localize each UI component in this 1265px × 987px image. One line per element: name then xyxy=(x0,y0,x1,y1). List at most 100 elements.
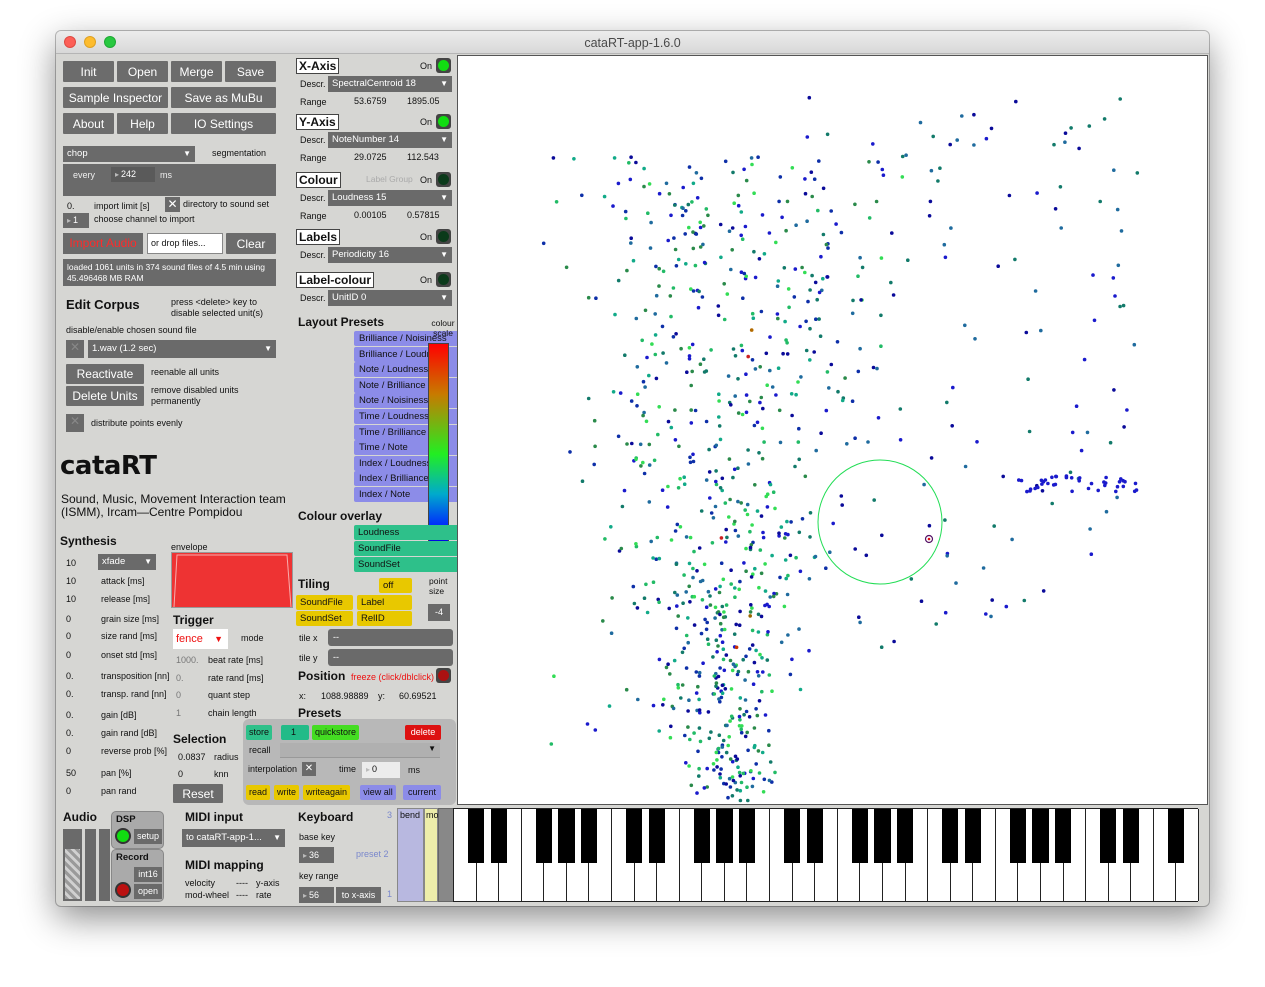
corpus-unit-point[interactable] xyxy=(756,155,760,159)
corpus-unit-point[interactable] xyxy=(680,683,685,687)
corpus-unit-point[interactable] xyxy=(743,734,748,739)
rate-rand-value[interactable]: 0. xyxy=(176,673,184,683)
corpus-unit-point[interactable] xyxy=(750,523,754,527)
corpus-unit-point[interactable] xyxy=(612,156,617,160)
corpus-unit-point[interactable] xyxy=(657,284,661,288)
envelope-editor[interactable] xyxy=(171,552,293,608)
corpus-unit-point[interactable] xyxy=(700,598,705,602)
corpus-unit-point[interactable] xyxy=(927,523,932,528)
corpus-unit-point[interactable] xyxy=(712,674,717,678)
corpus-unit-point[interactable] xyxy=(749,328,754,332)
corpus-unit-point[interactable] xyxy=(719,536,724,540)
corpus-unit-point[interactable] xyxy=(807,95,812,100)
corpus-unit-point[interactable] xyxy=(1064,474,1069,478)
corpus-unit-point[interactable] xyxy=(793,267,798,271)
current-button[interactable]: current xyxy=(403,785,441,800)
corpus-unit-point[interactable] xyxy=(634,316,639,321)
corpus-unit-point[interactable] xyxy=(1114,489,1118,494)
corpus-unit-point[interactable] xyxy=(782,266,787,270)
corpus-unit-point[interactable] xyxy=(1103,481,1108,485)
piano-black-key[interactable] xyxy=(693,809,710,863)
corpus-unit-point[interactable] xyxy=(891,293,896,297)
read-button[interactable]: read xyxy=(246,785,271,800)
corpus-unit-point[interactable] xyxy=(785,199,790,204)
corpus-unit-point[interactable] xyxy=(812,177,817,181)
quickstore-button[interactable]: quickstore xyxy=(312,725,360,740)
corpus-unit-point[interactable] xyxy=(704,627,709,632)
corpus-unit-point[interactable] xyxy=(702,357,706,362)
corpus-unit-point[interactable] xyxy=(714,681,719,685)
corpus-unit-point[interactable] xyxy=(1041,589,1046,593)
corpus-unit-point[interactable] xyxy=(826,246,830,250)
corpus-unit-point[interactable] xyxy=(666,662,670,666)
layout-preset-button[interactable]: Index / Loudness xyxy=(354,455,467,471)
corpus-unit-point[interactable] xyxy=(673,529,678,533)
corpus-unit-point[interactable] xyxy=(724,782,728,786)
corpus-unit-point[interactable] xyxy=(669,314,673,319)
corpus-unit-point[interactable] xyxy=(777,408,782,413)
corpus-unit-point[interactable] xyxy=(817,317,821,321)
corpus-unit-point[interactable] xyxy=(641,460,645,465)
synth-param-value[interactable]: 0. xyxy=(66,689,74,699)
corpus-unit-point[interactable] xyxy=(610,596,614,600)
corpus-unit-point[interactable] xyxy=(686,709,690,713)
corpus-unit-point[interactable] xyxy=(996,264,1000,268)
corpus-unit-point[interactable] xyxy=(686,725,690,729)
corpus-unit-point[interactable] xyxy=(698,245,703,249)
corpus-unit-point[interactable] xyxy=(718,633,723,638)
corpus-unit-point[interactable] xyxy=(695,791,699,795)
corpus-unit-point[interactable] xyxy=(644,419,649,424)
corpus-unit-point[interactable] xyxy=(750,311,755,316)
corpus-unit-point[interactable] xyxy=(718,486,723,490)
delete-units-button[interactable]: Delete Units xyxy=(66,386,144,406)
corpus-unit-point[interactable] xyxy=(761,406,765,411)
corpus-unit-point[interactable] xyxy=(763,713,768,717)
corpus-unit-point[interactable] xyxy=(738,696,743,700)
corpus-unit-point[interactable] xyxy=(797,627,801,631)
corpus-unit-point[interactable] xyxy=(592,462,596,467)
corpus-unit-point[interactable] xyxy=(797,457,801,462)
corpus-unit-point[interactable] xyxy=(672,658,677,663)
corpus-unit-point[interactable] xyxy=(746,669,751,674)
corpus-unit-point[interactable] xyxy=(641,413,645,418)
corpus-unit-point[interactable] xyxy=(813,554,818,559)
corpus-unit-point[interactable] xyxy=(825,132,830,137)
corpus-unit-point[interactable] xyxy=(554,200,559,204)
corpus-unit-point[interactable] xyxy=(691,566,695,571)
channel-input[interactable]: 1 xyxy=(63,213,89,228)
corpus-unit-point[interactable] xyxy=(836,389,840,394)
corpus-unit-point[interactable] xyxy=(551,156,556,160)
corpus-unit-point[interactable] xyxy=(782,604,787,609)
corpus-unit-point[interactable] xyxy=(705,637,710,641)
corpus-unit-point[interactable] xyxy=(653,333,658,337)
corpus-unit-point[interactable] xyxy=(647,373,651,378)
corpus-unit-point[interactable] xyxy=(664,181,669,186)
corpus-unit-point[interactable] xyxy=(794,555,798,560)
corpus-unit-point[interactable] xyxy=(749,575,754,579)
corpus-unit-point[interactable] xyxy=(779,525,784,529)
corpus-unit-point[interactable] xyxy=(654,293,659,298)
corpus-unit-point[interactable] xyxy=(989,126,994,131)
corpus-unit-point[interactable] xyxy=(667,192,672,196)
corpus-unit-point[interactable] xyxy=(1082,357,1087,362)
corpus-unit-point[interactable] xyxy=(763,603,767,608)
distribute-checkbox[interactable]: ✕ xyxy=(66,414,84,432)
corpus-unit-point[interactable] xyxy=(744,178,749,183)
corpus-unit-point[interactable] xyxy=(669,724,673,729)
corpus-unit-point[interactable] xyxy=(657,600,661,604)
corpus-unit-point[interactable] xyxy=(684,666,689,670)
point-size-input[interactable]: -4 xyxy=(428,604,450,621)
corpus-unit-point[interactable] xyxy=(706,213,710,218)
corpus-unit-point[interactable] xyxy=(835,340,840,344)
corpus-unit-point[interactable] xyxy=(739,210,744,214)
corpus-unit-point[interactable] xyxy=(708,603,713,607)
corpus-unit-point[interactable] xyxy=(675,522,680,527)
piano-black-key[interactable] xyxy=(467,809,485,863)
corpus-unit-point[interactable] xyxy=(716,674,721,679)
corpus-unit-point[interactable] xyxy=(880,167,885,172)
corpus-unit-point[interactable] xyxy=(662,697,666,702)
corpus-unit-point[interactable] xyxy=(697,774,701,778)
corpus-unit-point[interactable] xyxy=(1063,140,1067,144)
corpus-unit-point[interactable] xyxy=(737,770,742,775)
corpus-unit-point[interactable] xyxy=(760,456,765,461)
